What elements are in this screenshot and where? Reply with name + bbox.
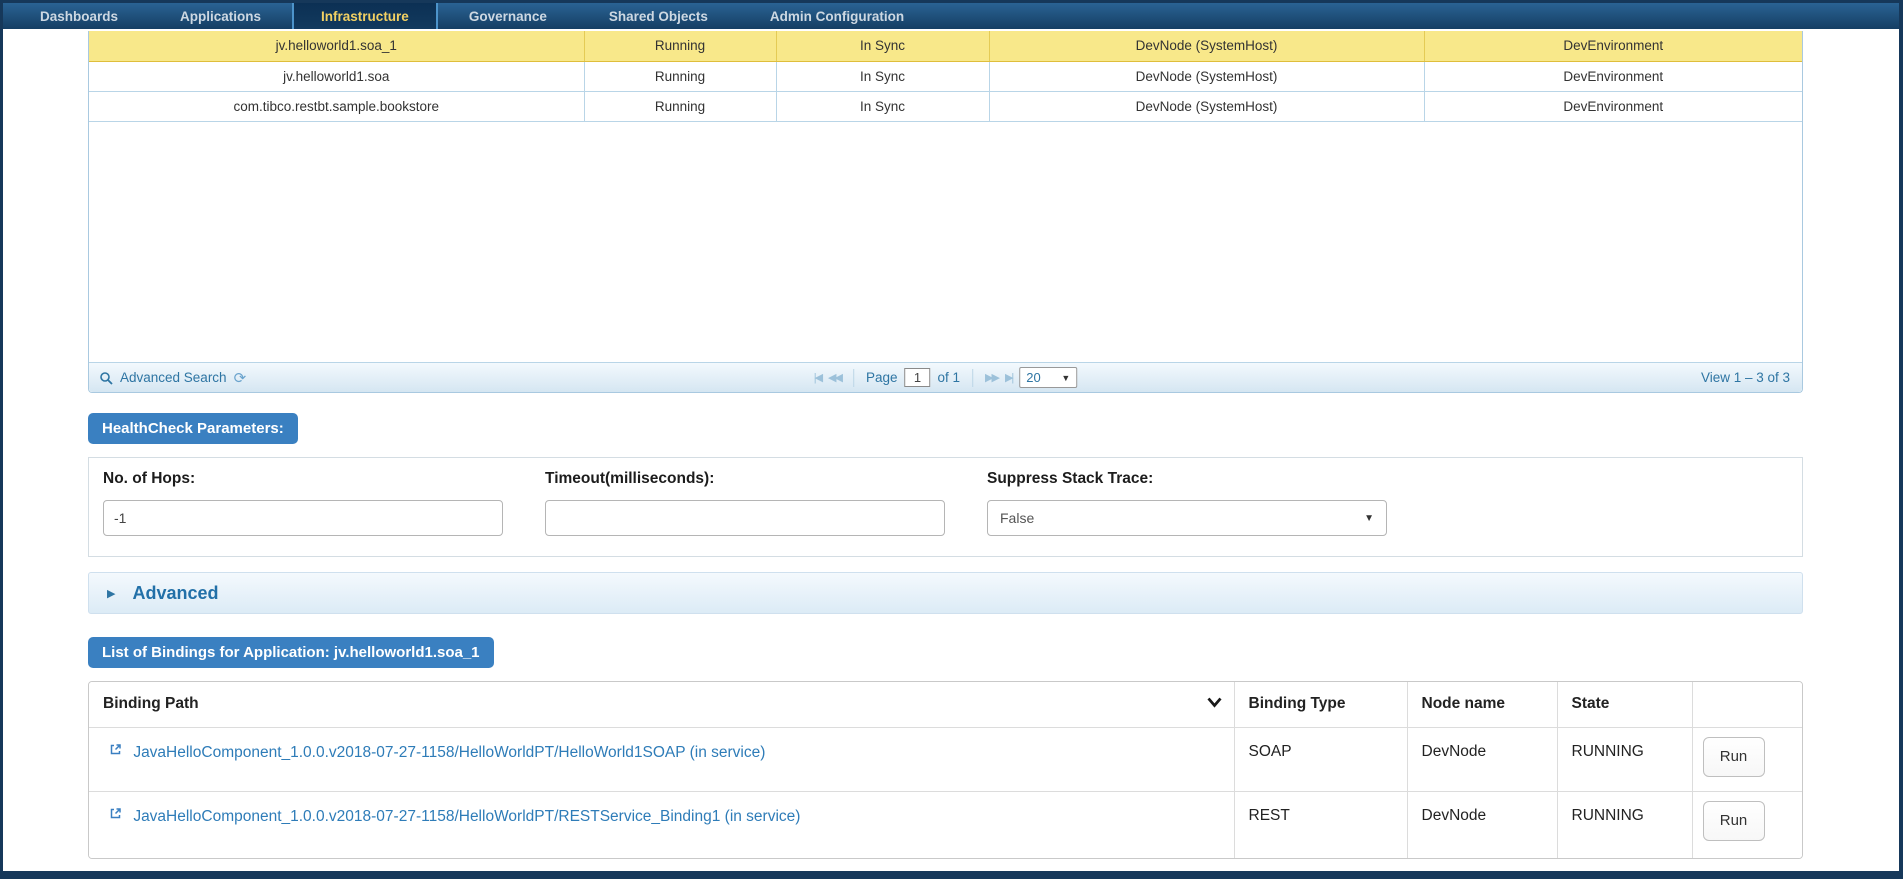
healthcheck-form: No. of Hops: Timeout(milliseconds): Supp… — [88, 457, 1803, 557]
expand-arrow-icon: ▶ — [107, 587, 115, 600]
applications-table: jv.helloworld1.soa_1 Running In Sync Dev… — [89, 31, 1802, 122]
nav-tab-admin-configuration[interactable]: Admin Configuration — [745, 3, 929, 29]
first-page-button[interactable]: |◀ — [814, 371, 821, 384]
node-name-cell: DevNode — [1407, 791, 1557, 858]
suppress-stack-trace-select[interactable]: False ▼ — [987, 500, 1387, 536]
state-header: State — [1557, 682, 1692, 727]
app-sync-cell: In Sync — [776, 91, 989, 121]
state-cell: RUNNING — [1557, 727, 1692, 791]
app-environment-cell: DevEnvironment — [1424, 61, 1802, 91]
binding-type-header: Binding Type — [1234, 682, 1407, 727]
binding-row: JavaHelloComponent_1.0.0.v2018-07-27-115… — [89, 791, 1802, 858]
grid-footer: Advanced Search ⟳ |◀ ◀◀ Page of 1 ▶▶ ▶| … — [89, 362, 1802, 392]
table-row[interactable]: jv.helloworld1.soa Running In Sync DevNo… — [89, 61, 1802, 91]
binding-link[interactable]: JavaHelloComponent_1.0.0.v2018-07-27-115… — [133, 744, 765, 761]
nav-tab-infrastructure[interactable]: Infrastructure — [292, 3, 438, 29]
suppress-stack-trace-label: Suppress Stack Trace: — [987, 470, 1387, 488]
run-button[interactable]: Run — [1703, 737, 1765, 777]
node-name-cell: DevNode — [1407, 727, 1557, 791]
app-name-cell[interactable]: jv.helloworld1.soa — [89, 61, 584, 91]
admin-console-page: Dashboards Applications Infrastructure G… — [0, 0, 1903, 879]
node-name-header: Node name — [1407, 682, 1557, 727]
bindings-table: Binding Path Binding Type Node name Stat… — [89, 682, 1802, 858]
refresh-icon[interactable]: ⟳ — [234, 369, 247, 387]
app-name-cell[interactable]: jv.helloworld1.soa_1 — [89, 31, 584, 61]
actions-header — [1692, 682, 1802, 727]
main-content: jv.helloworld1.soa_1 Running In Sync Dev… — [88, 31, 1803, 859]
external-link-icon — [109, 807, 122, 820]
nav-tab-dashboards[interactable]: Dashboards — [15, 3, 143, 29]
app-status-cell: Running — [584, 91, 776, 121]
app-name-cell[interactable]: com.tibco.restbt.sample.bookstore — [89, 91, 584, 121]
app-node-cell: DevNode (SystemHost) — [989, 91, 1424, 121]
page-of-label: of 1 — [938, 370, 961, 385]
advanced-search-link[interactable]: Advanced Search — [120, 370, 227, 385]
pager-divider — [853, 369, 854, 387]
timeout-input[interactable] — [545, 500, 945, 536]
suppress-field-group: Suppress Stack Trace: False ▼ — [987, 470, 1387, 536]
binding-type-cell: REST — [1234, 791, 1407, 858]
actions-cell: Run — [1692, 727, 1802, 791]
healthcheck-parameters-title: HealthCheck Parameters: — [88, 413, 298, 444]
pagination-controls: |◀ ◀◀ Page of 1 ▶▶ ▶| 20 ▼ — [814, 367, 1078, 388]
run-button[interactable]: Run — [1703, 801, 1765, 841]
hops-field-group: No. of Hops: — [103, 470, 503, 536]
bindings-table-container: Binding Path Binding Type Node name Stat… — [88, 681, 1803, 859]
state-cell: RUNNING — [1557, 791, 1692, 858]
actions-cell: Run — [1692, 791, 1802, 858]
hops-input[interactable] — [103, 500, 503, 536]
binding-row: JavaHelloComponent_1.0.0.v2018-07-27-115… — [89, 727, 1802, 791]
app-environment-cell: DevEnvironment — [1424, 31, 1802, 61]
binding-path-cell: JavaHelloComponent_1.0.0.v2018-07-27-115… — [89, 791, 1234, 858]
page-label: Page — [866, 370, 898, 385]
binding-type-cell: SOAP — [1234, 727, 1407, 791]
pager-divider — [972, 369, 973, 387]
next-page-button[interactable]: ▶▶ — [985, 371, 998, 384]
previous-page-button[interactable]: ◀◀ — [828, 371, 841, 384]
advanced-section-label: Advanced — [132, 583, 218, 604]
timeout-field-group: Timeout(milliseconds): — [545, 470, 945, 536]
page-size-select[interactable]: 20 ▼ — [1019, 367, 1077, 388]
hops-label: No. of Hops: — [103, 470, 503, 488]
bindings-list-title: List of Bindings for Application: jv.hel… — [88, 637, 494, 668]
app-sync-cell: In Sync — [776, 61, 989, 91]
app-environment-cell: DevEnvironment — [1424, 91, 1802, 121]
table-row[interactable]: jv.helloworld1.soa_1 Running In Sync Dev… — [89, 31, 1802, 61]
app-node-cell: DevNode (SystemHost) — [989, 61, 1424, 91]
grid-empty-area — [89, 122, 1802, 363]
column-menu-chevron-icon[interactable] — [1207, 697, 1222, 708]
nav-tab-governance[interactable]: Governance — [444, 3, 572, 29]
app-status-cell: Running — [584, 31, 776, 61]
suppress-selected-value: False — [1000, 510, 1034, 526]
binding-path-header: Binding Path — [89, 682, 1234, 727]
page-size-value: 20 — [1026, 370, 1040, 385]
external-link-icon — [109, 743, 122, 756]
app-sync-cell: In Sync — [776, 31, 989, 61]
app-node-cell: DevNode (SystemHost) — [989, 31, 1424, 61]
binding-link[interactable]: JavaHelloComponent_1.0.0.v2018-07-27-115… — [133, 808, 800, 825]
chevron-down-icon: ▼ — [1364, 513, 1374, 524]
search-icon — [99, 371, 113, 385]
top-navigation: Dashboards Applications Infrastructure G… — [3, 3, 1899, 29]
bindings-header-row: Binding Path Binding Type Node name Stat… — [89, 682, 1802, 727]
nav-tab-shared-objects[interactable]: Shared Objects — [584, 3, 733, 29]
page-number-input[interactable] — [905, 368, 931, 387]
applications-grid: jv.helloworld1.soa_1 Running In Sync Dev… — [88, 31, 1803, 393]
view-range-info: View 1 – 3 of 3 — [1701, 370, 1802, 385]
last-page-button[interactable]: ▶| — [1005, 371, 1012, 384]
chevron-down-icon: ▼ — [1061, 373, 1070, 383]
advanced-section-toggle[interactable]: ▶ Advanced — [88, 572, 1803, 614]
binding-path-cell: JavaHelloComponent_1.0.0.v2018-07-27-115… — [89, 727, 1234, 791]
nav-tab-applications[interactable]: Applications — [155, 3, 286, 29]
advanced-search-group: Advanced Search ⟳ — [89, 369, 246, 387]
app-status-cell: Running — [584, 61, 776, 91]
table-row[interactable]: com.tibco.restbt.sample.bookstore Runnin… — [89, 91, 1802, 121]
timeout-label: Timeout(milliseconds): — [545, 470, 945, 488]
